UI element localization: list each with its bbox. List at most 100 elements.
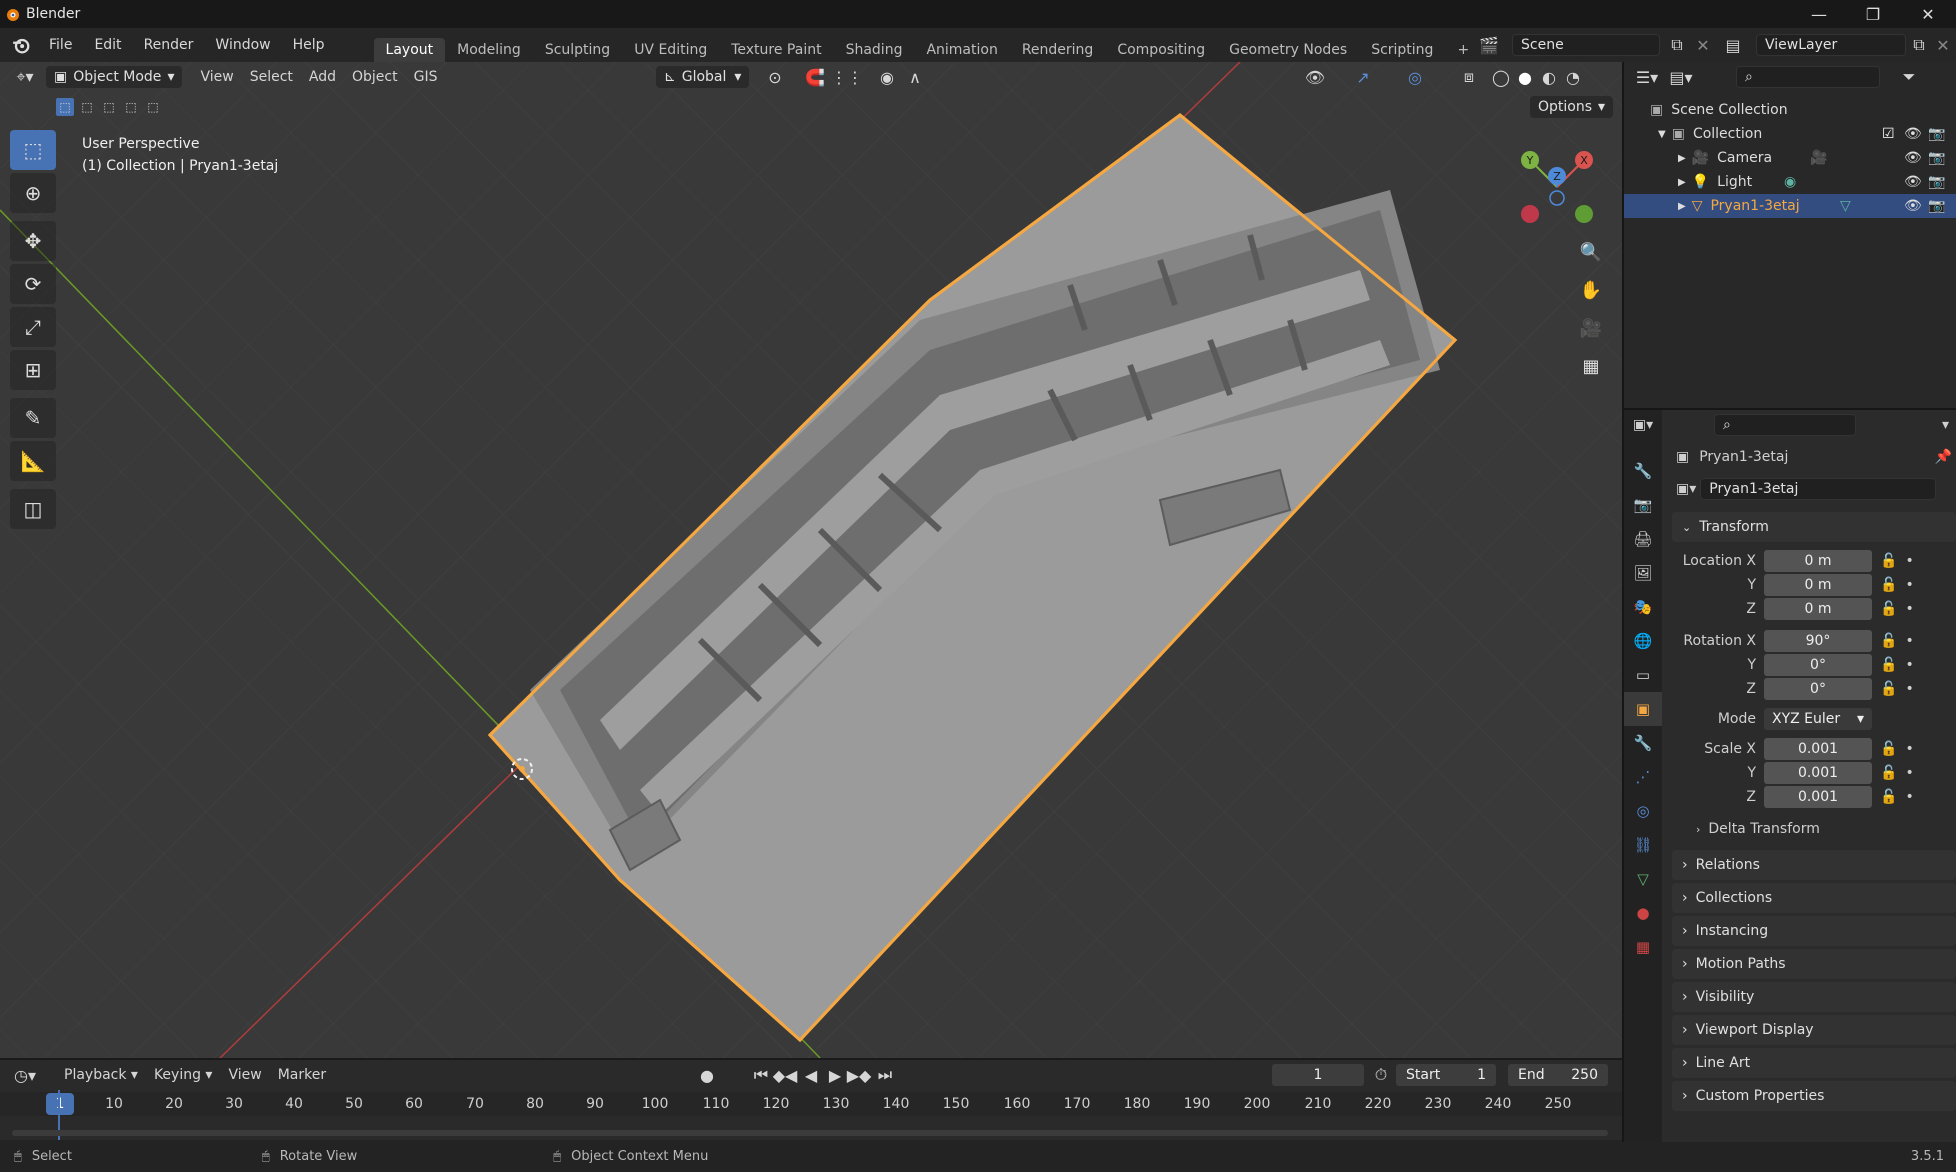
- xray-icon[interactable]: ⧈: [1456, 64, 1482, 90]
- collapse-icon[interactable]: ▾: [1942, 417, 1949, 433]
- move-tool-icon[interactable]: ✥: [10, 221, 56, 261]
- rotate-tool-icon[interactable]: ⟳: [10, 264, 56, 304]
- menu-timeline-view[interactable]: View: [220, 1064, 269, 1086]
- collections-panel[interactable]: › Collections: [1672, 883, 1956, 913]
- lock-icon[interactable]: 🔓: [1880, 681, 1897, 697]
- jump-end-icon[interactable]: ⏭: [872, 1062, 898, 1088]
- material-shading-icon[interactable]: ◐: [1536, 64, 1562, 90]
- rotation-y-field[interactable]: 0°: [1764, 654, 1872, 676]
- location-z-field[interactable]: 0 m: [1764, 598, 1872, 620]
- camera-render-icon[interactable]: 📷: [1928, 150, 1945, 166]
- rotation-mode-dropdown[interactable]: XYZ Euler ▾: [1764, 708, 1872, 730]
- overlays-icon[interactable]: ◎: [1402, 64, 1428, 90]
- properties-editor-type-icon[interactable]: ▣▾: [1624, 410, 1662, 440]
- rotation-z-field[interactable]: 0°: [1764, 678, 1872, 700]
- delta-transform-subpanel[interactable]: › Delta Transform: [1672, 817, 1956, 841]
- collection-render-icon[interactable]: 📷: [1928, 126, 1945, 142]
- editor-type-icon[interactable]: ⌖▾: [12, 64, 38, 90]
- viewport-display-panel[interactable]: › Viewport Display: [1672, 1015, 1956, 1045]
- datablock-icon[interactable]: ▣▾: [1676, 481, 1696, 497]
- solid-shading-icon[interactable]: ●: [1512, 64, 1538, 90]
- new-viewlayer-icon[interactable]: ⧉: [1906, 32, 1932, 58]
- pin-icon[interactable]: 📌: [1935, 449, 1952, 465]
- stopwatch-icon[interactable]: ⏱: [1368, 1062, 1394, 1088]
- constraints-tab-icon[interactable]: ⛓: [1624, 828, 1662, 862]
- scene-collection-row[interactable]: ▣ Scene Collection: [1624, 98, 1956, 122]
- gizmo-toggle-icon[interactable]: ↗: [1350, 64, 1376, 90]
- keyframe-dot-icon[interactable]: •: [1905, 633, 1913, 649]
- data-tab-icon[interactable]: ▽: [1624, 862, 1662, 896]
- jump-start-icon[interactable]: ⏮: [748, 1062, 774, 1088]
- menu-keying[interactable]: Keying ▾: [146, 1064, 221, 1086]
- minimize-icon[interactable]: —: [1796, 0, 1842, 28]
- menu-file[interactable]: File: [38, 37, 83, 53]
- scale-z-field[interactable]: 0.001: [1764, 786, 1872, 808]
- light-data-icon[interactable]: ◉: [1784, 174, 1796, 190]
- measure-tool-icon[interactable]: 📐: [10, 441, 56, 481]
- menu-select[interactable]: Select: [242, 66, 301, 88]
- viewlayer-field[interactable]: ViewLayer: [1756, 34, 1906, 56]
- keyframe-dot-icon[interactable]: •: [1905, 553, 1913, 569]
- light-visibility-icon[interactable]: 👁: [1904, 174, 1922, 190]
- menu-window[interactable]: Window: [204, 37, 281, 53]
- menu-add[interactable]: Add: [301, 66, 344, 88]
- camera-data-icon[interactable]: 🎥: [1810, 150, 1827, 166]
- instancing-panel[interactable]: › Instancing: [1672, 916, 1956, 946]
- outliner-item-camera[interactable]: ▶ 🎥 Camera 🎥 👁 📷: [1624, 146, 1956, 170]
- wireframe-shading-icon[interactable]: ◯: [1488, 64, 1514, 90]
- outliner-editor-type-icon[interactable]: ☰▾: [1634, 64, 1660, 90]
- tab-geometry-nodes[interactable]: Geometry Nodes: [1217, 38, 1359, 62]
- custom-properties-panel[interactable]: › Custom Properties: [1672, 1081, 1956, 1111]
- scene-tab-icon[interactable]: 🎭: [1624, 590, 1662, 624]
- snap-target-icon[interactable]: ⋮⋮: [831, 64, 863, 90]
- keyframe-dot-icon[interactable]: •: [1905, 601, 1913, 617]
- cursor-tool-icon[interactable]: ⊕: [10, 173, 56, 213]
- 3d-viewport[interactable]: X Y Z: [0, 62, 1622, 1058]
- tab-texture-paint[interactable]: Texture Paint: [719, 38, 833, 62]
- expand-arrow-icon[interactable]: ▶: [1678, 177, 1686, 188]
- world-tab-icon[interactable]: 🌐: [1624, 624, 1662, 658]
- lock-icon[interactable]: 🔓: [1880, 657, 1897, 673]
- mode-dropdown[interactable]: ▣ Object Mode ▾: [46, 66, 183, 88]
- timeline-scrollbar[interactable]: [12, 1130, 1608, 1136]
- camera-view-icon[interactable]: 🎥: [1574, 311, 1608, 345]
- tab-shading[interactable]: Shading: [834, 38, 915, 62]
- lock-icon[interactable]: 🔓: [1880, 577, 1897, 593]
- blender-menu-icon[interactable]: [8, 32, 34, 58]
- tab-animation[interactable]: Animation: [914, 38, 1009, 62]
- light-render-icon[interactable]: 📷: [1928, 174, 1945, 190]
- collection-row[interactable]: ▼ ▣ Collection ☑ 👁 📷: [1624, 122, 1956, 146]
- expand-arrow-icon[interactable]: ▶: [1678, 153, 1686, 164]
- location-x-field[interactable]: 0 m: [1764, 550, 1872, 572]
- scale-y-field[interactable]: 0.001: [1764, 762, 1872, 784]
- zoom-icon[interactable]: 🔍: [1574, 235, 1608, 269]
- select-invert-icon[interactable]: ⬚: [122, 98, 140, 116]
- select-extend-icon[interactable]: ⬚: [78, 98, 96, 116]
- delete-scene-icon[interactable]: ✕: [1690, 32, 1716, 58]
- tab-sculpting[interactable]: Sculpting: [533, 38, 622, 62]
- outliner-item-pryan1-3etaj[interactable]: ▶ ▽ Pryan1-3etaj ▽ 👁 📷: [1624, 194, 1956, 218]
- navigation-gizmo[interactable]: X Y Z: [1512, 142, 1602, 232]
- menu-playback[interactable]: Playback ▾: [56, 1064, 146, 1086]
- pan-icon[interactable]: ✋: [1574, 273, 1608, 307]
- scale-x-field[interactable]: 0.001: [1764, 738, 1872, 760]
- tab-compositing[interactable]: Compositing: [1105, 38, 1217, 62]
- lock-icon[interactable]: 🔓: [1880, 789, 1897, 805]
- material-tab-icon[interactable]: ●: [1624, 896, 1662, 930]
- tab-modeling[interactable]: Modeling: [445, 38, 533, 62]
- snap-icon[interactable]: 🧲: [802, 64, 828, 90]
- collection-tab-icon[interactable]: ▭: [1624, 658, 1662, 692]
- collection-checkbox-icon[interactable]: ☑: [1882, 126, 1895, 142]
- motion-paths-panel[interactable]: › Motion Paths: [1672, 949, 1956, 979]
- object-name-field[interactable]: Pryan1-3etaj: [1700, 478, 1937, 500]
- render-tab-icon[interactable]: 📷: [1624, 488, 1662, 522]
- select-new-icon[interactable]: ⬚: [56, 98, 74, 116]
- mesh-render-icon[interactable]: 📷: [1928, 198, 1945, 214]
- play-reverse-icon[interactable]: ◀: [798, 1062, 824, 1088]
- annotate-tool-icon[interactable]: ✎: [10, 398, 56, 438]
- keyframe-dot-icon[interactable]: •: [1905, 789, 1913, 805]
- rendered-shading-icon[interactable]: ◔: [1560, 64, 1586, 90]
- new-scene-icon[interactable]: ⧉: [1664, 32, 1690, 58]
- keyframe-dot-icon[interactable]: •: [1905, 765, 1913, 781]
- keyframe-dot-icon[interactable]: •: [1905, 657, 1913, 673]
